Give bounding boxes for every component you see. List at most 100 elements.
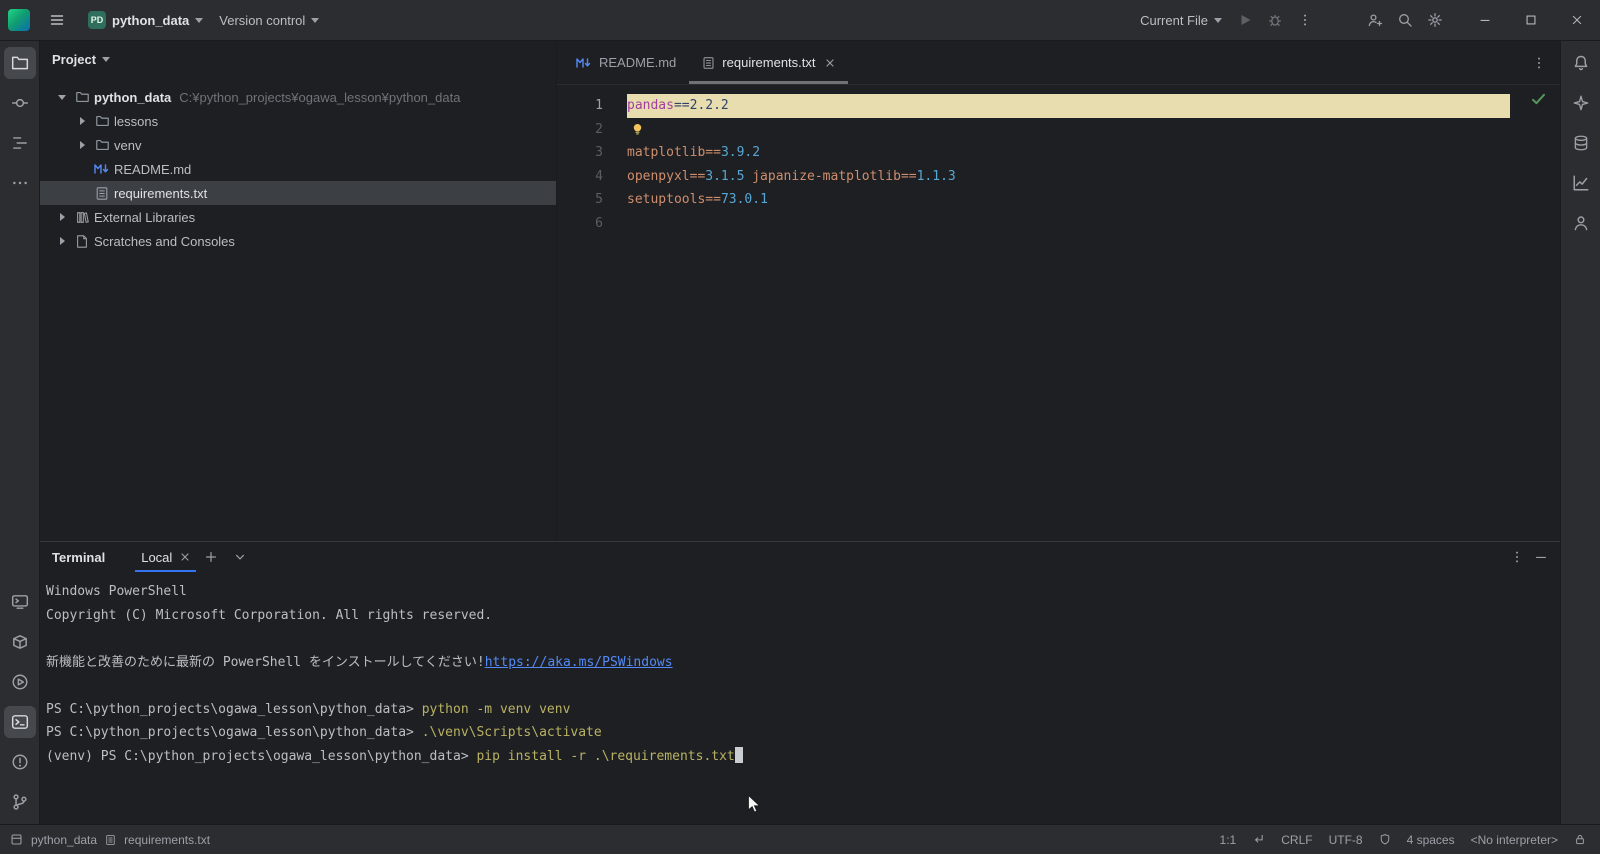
problems-tool-button[interactable] — [4, 746, 36, 778]
debug-button[interactable] — [1260, 5, 1290, 35]
chevron-right-icon[interactable] — [80, 141, 85, 149]
editor-options-button[interactable] — [1532, 56, 1546, 70]
hide-terminal-button[interactable] — [1534, 550, 1548, 564]
window-maximize-button[interactable] — [1508, 0, 1554, 40]
kebab-icon — [1298, 13, 1312, 27]
tab-close-button[interactable] — [825, 58, 835, 68]
code-with-me-button[interactable] — [1360, 5, 1390, 35]
tree-item-lessons[interactable]: lessons — [40, 109, 556, 133]
settings-button[interactable] — [1420, 5, 1450, 35]
tab-readme[interactable]: README.md — [563, 41, 689, 84]
line-number: 4 — [557, 165, 627, 189]
window-minimize-button[interactable] — [1462, 0, 1508, 40]
tab-label: README.md — [599, 55, 676, 70]
version-control-tool-button[interactable] — [4, 786, 36, 818]
project-widget[interactable]: PD python_data — [80, 5, 211, 35]
bell-icon — [1572, 54, 1590, 72]
code-line[interactable]: setuptools==73.0.1 — [627, 188, 1510, 212]
search-icon — [1397, 12, 1413, 28]
editor[interactable]: 1 2 3 4 5 6 pandas==2.2.2 japanize-matpl… — [557, 85, 1560, 541]
titlebar: PD python_data Version control Current F… — [0, 0, 1600, 41]
inspections-widget[interactable] — [1531, 93, 1546, 106]
code-line[interactable] — [627, 212, 1510, 236]
terminal-line-empty — [46, 674, 1560, 698]
terminal-tool-button[interactable] — [4, 706, 36, 738]
line-number: 5 — [557, 188, 627, 212]
python-packages-tool-button[interactable] — [4, 626, 36, 658]
tab-requirements[interactable]: requirements.txt — [689, 41, 847, 84]
more-tool-windows-button[interactable] — [4, 167, 36, 199]
structure-tool-button[interactable] — [4, 127, 36, 159]
code-line[interactable]: openpyxl==3.1.5 — [627, 165, 1510, 189]
lock-icon[interactable] — [1574, 833, 1586, 846]
terminal-sessions-dropdown-button[interactable] — [226, 542, 254, 572]
statusbar-file[interactable]: requirements.txt — [124, 833, 210, 847]
tree-item-python-data[interactable]: python_data C:¥python_projects¥ogawa_les… — [40, 85, 556, 109]
project-badge: PD — [88, 11, 106, 29]
terminal-line: PS C:\python_projects\ogawa_lesson\pytho… — [46, 721, 1560, 745]
tree-item-label: requirements.txt — [114, 186, 207, 201]
chevron-down-icon — [234, 551, 246, 563]
tool-window-widget-icon[interactable] — [10, 833, 23, 846]
tree-item-requirements[interactable]: requirements.txt — [40, 181, 556, 205]
sci-view-button[interactable] — [1565, 167, 1597, 199]
run-config-label: Current File — [1140, 13, 1208, 28]
shield-icon[interactable] — [1379, 833, 1391, 846]
terminal-title[interactable]: Terminal — [52, 542, 105, 572]
markdown-icon — [576, 57, 592, 69]
terminal-tab-local[interactable]: Local — [135, 542, 196, 572]
kebab-icon — [1532, 56, 1546, 70]
learn-button[interactable] — [1565, 207, 1597, 239]
services-tool-button[interactable] — [4, 666, 36, 698]
new-terminal-session-button[interactable] — [196, 542, 226, 572]
commit-tool-button[interactable] — [4, 87, 36, 119]
window-close-button[interactable] — [1554, 0, 1600, 40]
project-panel-header[interactable]: Project — [40, 41, 556, 77]
caret-position-widget[interactable]: 1:1 — [1220, 833, 1237, 847]
code-line[interactable]: japanize-matplotlib==1.1.3 — [627, 118, 1510, 142]
tree-item-venv[interactable]: venv — [40, 133, 556, 157]
hamburger-icon — [49, 12, 65, 28]
chevron-down-icon[interactable] — [58, 95, 66, 100]
main-menu-button[interactable] — [42, 5, 72, 35]
notifications-button[interactable] — [1565, 47, 1597, 79]
powershell-update-link[interactable]: https://aka.ms/PSWindows — [485, 655, 673, 670]
code-line[interactable]: matplotlib==3.9.2 — [627, 141, 1510, 165]
tab-label: requirements.txt — [722, 55, 815, 70]
statusbar-project[interactable]: python_data — [31, 833, 97, 847]
interpreter-widget[interactable]: <No interpreter> — [1471, 833, 1558, 847]
tree-item-external-libraries[interactable]: External Libraries — [40, 205, 556, 229]
tree-item-scratches[interactable]: Scratches and Consoles — [40, 229, 556, 253]
plus-icon — [204, 550, 218, 564]
more-actions-button[interactable] — [1290, 5, 1320, 35]
add-user-icon — [1367, 12, 1383, 28]
terminal-output[interactable]: Windows PowerShell Copyright (C) Microso… — [40, 572, 1560, 824]
terminal-tab-close-button[interactable] — [180, 552, 190, 562]
git-branch-icon — [11, 793, 29, 811]
database-button[interactable] — [1565, 127, 1597, 159]
search-everywhere-button[interactable] — [1390, 5, 1420, 35]
indent-widget[interactable]: 4 spaces — [1407, 833, 1455, 847]
chevron-down-icon — [102, 57, 110, 62]
run-config-selector[interactable]: Current File — [1132, 5, 1230, 35]
run-button[interactable] — [1230, 5, 1260, 35]
terminal-options-button[interactable] — [1510, 550, 1524, 564]
project-tool-button[interactable] — [4, 47, 36, 79]
intention-bulb-icon[interactable] — [631, 122, 644, 136]
library-icon — [72, 210, 92, 225]
vcs-widget[interactable]: Version control — [211, 5, 327, 35]
chevron-right-icon[interactable] — [80, 117, 85, 125]
chevron-right-icon[interactable] — [60, 213, 65, 221]
line-ending-widget[interactable]: CRLF — [1281, 833, 1312, 847]
chevron-right-icon[interactable] — [60, 237, 65, 245]
gear-icon — [1427, 12, 1443, 28]
encoding-widget[interactable]: UTF-8 — [1329, 833, 1363, 847]
folder-icon — [72, 90, 92, 104]
tree-item-label: python_data — [94, 90, 171, 105]
editor-code[interactable]: pandas==2.2.2 japanize-matplotlib==1.1.3… — [627, 85, 1560, 541]
python-console-tool-button[interactable] — [4, 586, 36, 618]
line-break-icon[interactable] — [1252, 833, 1265, 846]
tree-item-readme[interactable]: README.md — [40, 157, 556, 181]
ai-assistant-button[interactable] — [1565, 87, 1597, 119]
code-line[interactable]: pandas==2.2.2 — [627, 94, 1510, 118]
